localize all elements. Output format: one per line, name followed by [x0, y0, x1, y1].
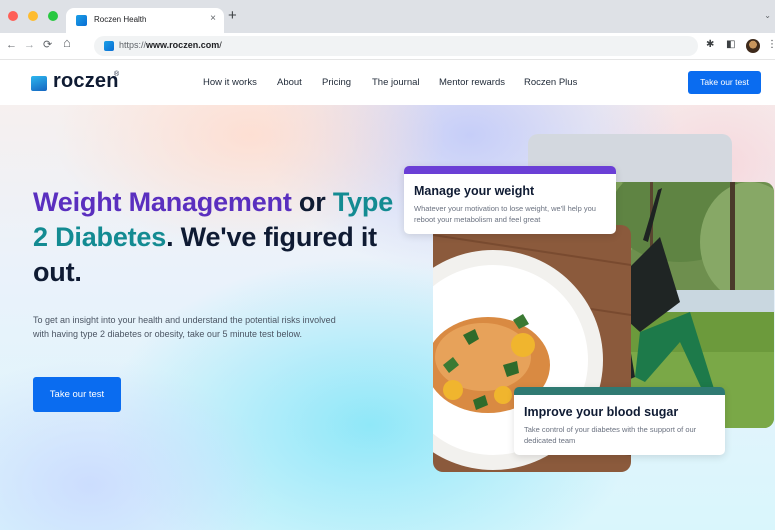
nav-pricing[interactable]: Pricing: [322, 77, 351, 88]
nav-about[interactable]: About: [277, 77, 302, 88]
tab-search-icon[interactable]: ⌄: [764, 11, 771, 20]
tab-close-icon[interactable]: ×: [210, 13, 216, 24]
home-icon[interactable]: ⌂: [63, 36, 71, 50]
manage-weight-card[interactable]: Manage your weight Whatever your motivat…: [404, 166, 616, 234]
back-arrow-icon[interactable]: ←: [6, 38, 17, 52]
side-panel-icon[interactable]: ◧: [726, 39, 735, 50]
url-text: https://www.roczen.com/: [119, 40, 222, 50]
roczen-logo-icon[interactable]: [31, 76, 47, 91]
browser-toolbar: ← → ⟳ ⌂ https://www.roczen.com/ ✱ ◧ ⋮: [0, 33, 775, 60]
maximize-window-button[interactable]: [48, 11, 58, 21]
hero-section: Weight Management or Type 2 Diabetes. We…: [0, 105, 775, 530]
minimize-window-button[interactable]: [28, 11, 38, 21]
manage-weight-title: Manage your weight: [414, 184, 535, 198]
take-test-hero-button[interactable]: Take our test: [33, 377, 121, 412]
tab-title: Roczen Health: [94, 15, 147, 24]
blood-sugar-text: Take control of your diabetes with the s…: [524, 425, 697, 445]
site-favicon-icon: [104, 41, 114, 51]
close-window-button[interactable]: [8, 11, 18, 21]
browser-tab[interactable]: Roczen Health ×: [66, 8, 224, 33]
roczen-favicon-icon: [76, 15, 87, 26]
blood-sugar-card[interactable]: Improve your blood sugar Take control of…: [514, 387, 725, 455]
hero-title: Weight Management or Type 2 Diabetes. We…: [33, 187, 394, 287]
browser-tab-bar: Roczen Health × + ⌄: [0, 0, 775, 33]
nav-how-it-works[interactable]: How it works: [203, 77, 257, 88]
nav-roczen-plus[interactable]: Roczen Plus: [524, 77, 577, 88]
profile-avatar[interactable]: [746, 39, 760, 53]
extensions-icon[interactable]: ✱: [706, 39, 714, 50]
nav-the-journal[interactable]: The journal: [372, 77, 420, 88]
forward-arrow-icon[interactable]: →: [24, 38, 35, 52]
address-bar[interactable]: https://www.roczen.com/: [94, 36, 698, 56]
logo-text[interactable]: roczen: [53, 70, 119, 93]
hero-description: To get an insight into your health and u…: [33, 315, 336, 339]
nav-mentor-rewards[interactable]: Mentor rewards: [439, 77, 505, 88]
site-header: roczen ® How it works About Pricing The …: [0, 61, 775, 105]
manage-weight-text: Whatever your motivation to lose weight,…: [414, 204, 596, 224]
registered-mark: ®: [114, 71, 120, 78]
take-test-nav-button[interactable]: Take our test: [688, 71, 761, 94]
blood-sugar-title: Improve your blood sugar: [524, 405, 679, 419]
reload-icon[interactable]: ⟳: [43, 38, 52, 52]
new-tab-button[interactable]: +: [228, 7, 237, 25]
browser-menu-icon[interactable]: ⋮: [767, 39, 775, 50]
